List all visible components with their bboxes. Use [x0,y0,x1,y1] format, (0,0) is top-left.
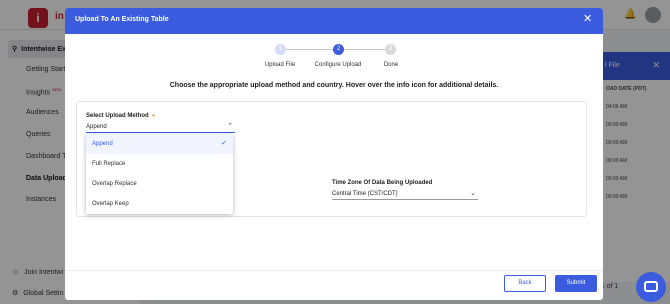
back-button[interactable]: Back [504,275,546,292]
chat-icon [644,281,658,292]
step-2-circle: 2 [333,44,344,55]
timezone-value: Central Time (CST/CDT) [332,191,398,197]
upload-method-label: Select Upload Method ● [86,113,155,119]
menu-item-label: Append [92,141,113,147]
stepper-connector [286,49,338,50]
chevron-up-icon: ⌃ [227,123,233,130]
modal-header: Upload To An Existing Table ✕ [65,8,603,34]
menu-item-overlap-replace[interactable]: Overlap Replace [86,174,233,194]
info-icon[interactable]: ● [152,113,156,119]
footer-divider [65,270,603,271]
upload-method-menu: Append ✓ Full Replace Overlap Replace Ov… [86,134,233,214]
check-icon: ✓ [221,140,227,147]
instruction-text: Choose the appropriate upload method and… [169,82,499,89]
step-1-label: Upload File [264,62,296,68]
step-3-circle: 3 [385,44,396,55]
stepper-connector [344,49,390,50]
modal-title: Upload To An Existing Table [75,16,169,23]
menu-item-full-replace[interactable]: Full Replace [86,154,233,174]
menu-item-append[interactable]: Append ✓ [86,134,233,154]
step-3-label: Done [383,62,399,68]
upload-method-value: Append [86,124,107,130]
submit-button[interactable]: Submit [555,275,597,292]
menu-item-overlap-keep[interactable]: Overlap Keep [86,194,233,214]
timezone-select[interactable]: Central Time (CST/CDT) ⌄ [332,189,478,200]
upload-method-select[interactable]: Append ⌃ [86,122,235,133]
chat-button[interactable] [636,272,666,302]
close-icon[interactable]: ✕ [583,14,592,25]
step-2-label: Configure Upload [314,62,362,68]
step-1-circle: 1 [275,44,286,55]
chevron-down-icon: ⌄ [470,190,476,197]
timezone-label: Time Zone Of Data Being Uploaded [332,180,433,186]
upload-method-label-text: Select Upload Method [86,113,149,119]
